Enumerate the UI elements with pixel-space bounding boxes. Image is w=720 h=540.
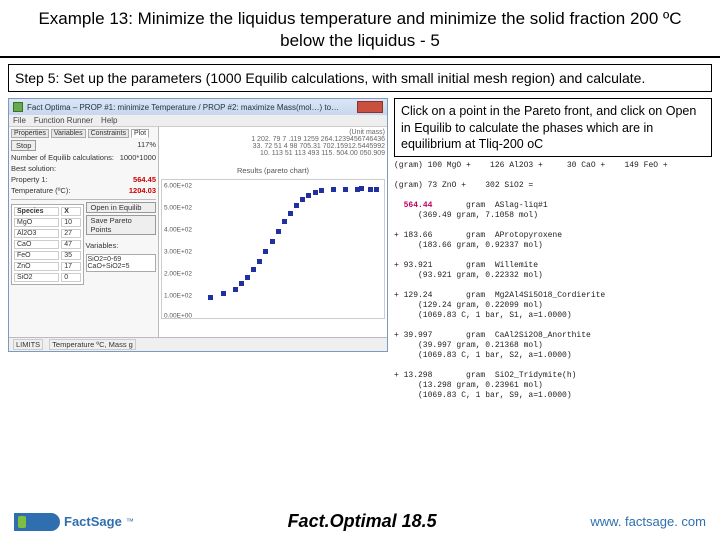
- chart-point[interactable]: [343, 187, 348, 192]
- var-row: CaO+SiO2=5: [88, 263, 155, 270]
- app-window: Fact Optima – PROP #1: minimize Temperat…: [8, 98, 388, 352]
- right-pane: (Unit mass) 1 202. 79 7 .119 1259 264.12…: [159, 127, 387, 337]
- y-axis: 6.00E+02 5.00E+02 4.00E+02 3.00E+02 2.00…: [162, 180, 194, 318]
- chart-point[interactable]: [313, 190, 318, 195]
- chart-point[interactable]: [359, 186, 364, 191]
- menu-function-runner[interactable]: Function Runner: [34, 116, 93, 125]
- chart-point[interactable]: [368, 187, 373, 192]
- chart-point[interactable]: [239, 281, 244, 286]
- open-equilib-button[interactable]: Open in Equilib: [86, 202, 157, 213]
- table-row: FeO35: [14, 251, 81, 260]
- hint-text: Click on a point in the Pareto front, an…: [401, 104, 696, 151]
- chart-point[interactable]: [233, 287, 238, 292]
- chart-point[interactable]: [288, 211, 293, 216]
- var-row: SiO2=0-69: [88, 256, 155, 263]
- chart-point[interactable]: [319, 188, 324, 193]
- titlebar: Fact Optima – PROP #1: minimize Temperat…: [9, 99, 387, 115]
- tab-constraints[interactable]: Constraints: [88, 129, 129, 138]
- stop-button[interactable]: Stop: [11, 140, 36, 151]
- step-box: Step 5: Set up the parameters (1000 Equi…: [8, 64, 712, 92]
- col-x: X: [61, 207, 80, 216]
- hint-box: Click on a point in the Pareto front, an…: [394, 98, 712, 157]
- chart-point[interactable]: [276, 229, 281, 234]
- table-row: CaO47: [14, 240, 81, 249]
- menu-file[interactable]: File: [13, 116, 26, 125]
- prop1-label: Property 1:: [11, 175, 48, 184]
- app-icon: [13, 102, 23, 112]
- calc-value: 1000*1000: [120, 153, 156, 162]
- prop2-value: 1204.03: [129, 186, 156, 195]
- table-row: Al2O327: [14, 229, 81, 238]
- variables-label: Variables:: [86, 241, 157, 250]
- chart-point[interactable]: [331, 187, 336, 192]
- status-limits: LIMITS: [13, 339, 43, 350]
- footer-center: Fact.Optimal 18.5: [288, 511, 437, 532]
- col-species: Species: [14, 207, 59, 216]
- logo-icon: [14, 513, 60, 531]
- table-row: SiO20: [14, 273, 81, 282]
- window-title: Fact Optima – PROP #1: minimize Temperat…: [27, 103, 353, 112]
- equilib-output: (gram) 100 MgO + 126 Al2O3 + 30 CaO + 14…: [394, 161, 712, 401]
- chart-point[interactable]: [257, 259, 262, 264]
- chart-point[interactable]: [251, 267, 256, 272]
- chart-point[interactable]: [208, 295, 213, 300]
- chart-point[interactable]: [270, 239, 275, 244]
- menubar: File Function Runner Help: [9, 115, 387, 127]
- chart-point[interactable]: [294, 203, 299, 208]
- footer-site: www. factsage. com: [590, 514, 706, 529]
- title-text: Example 13: Minimize the liquidus temper…: [20, 8, 700, 52]
- status-units: Temperature ºC, Mass g: [49, 339, 136, 350]
- logo: FactSage ™: [14, 513, 134, 531]
- table-row: MgO10: [14, 218, 81, 227]
- progress-pct: 117%: [137, 140, 156, 151]
- species-grid: SpeciesX MgO10 Al2O327 CaO47 FeO35 ZnO17…: [11, 204, 84, 285]
- chart-point[interactable]: [374, 187, 379, 192]
- tab-variables[interactable]: Variables: [51, 129, 86, 138]
- table-row: ZnO17: [14, 262, 81, 271]
- best-label: Best solution:: [11, 164, 156, 173]
- tab-properties[interactable]: Properties: [11, 129, 49, 138]
- plot-area[interactable]: [196, 184, 380, 304]
- logo-text: FactSage: [64, 514, 122, 529]
- close-icon[interactable]: [357, 101, 383, 113]
- statusbar: LIMITS Temperature ºC, Mass g: [9, 337, 387, 351]
- chart-point[interactable]: [282, 219, 287, 224]
- chart-point[interactable]: [263, 249, 268, 254]
- calc-label: Number of Equilib calculations:: [11, 153, 114, 162]
- chart-point[interactable]: [300, 197, 305, 202]
- menu-help[interactable]: Help: [101, 116, 117, 125]
- save-pareto-button[interactable]: Save Pareto Points: [86, 215, 157, 235]
- step-text: Step 5: Set up the parameters (1000 Equi…: [15, 70, 645, 86]
- chart-point[interactable]: [306, 193, 311, 198]
- slide-title: Example 13: Minimize the liquidus temper…: [0, 0, 720, 58]
- tab-plot[interactable]: Plot: [131, 129, 149, 138]
- status-info: (Unit mass) 1 202. 79 7 .119 1259 264.12…: [161, 129, 385, 157]
- left-pane: Properties Variables Constraints Plot St…: [9, 127, 159, 337]
- footer: FactSage ™ Fact.Optimal 18.5 www. factsa…: [0, 505, 720, 540]
- chart-title: Results (pareto chart): [237, 166, 309, 175]
- chart-point[interactable]: [221, 291, 226, 296]
- tabs: Properties Variables Constraints Plot: [11, 129, 156, 138]
- pareto-chart[interactable]: Results (pareto chart) 6.00E+02 5.00E+02…: [161, 179, 385, 319]
- tm-icon: ™: [126, 517, 134, 526]
- prop2-label: Temperature (ºC):: [11, 186, 70, 195]
- prop1-value: 564.45: [133, 175, 156, 184]
- chart-point[interactable]: [245, 275, 250, 280]
